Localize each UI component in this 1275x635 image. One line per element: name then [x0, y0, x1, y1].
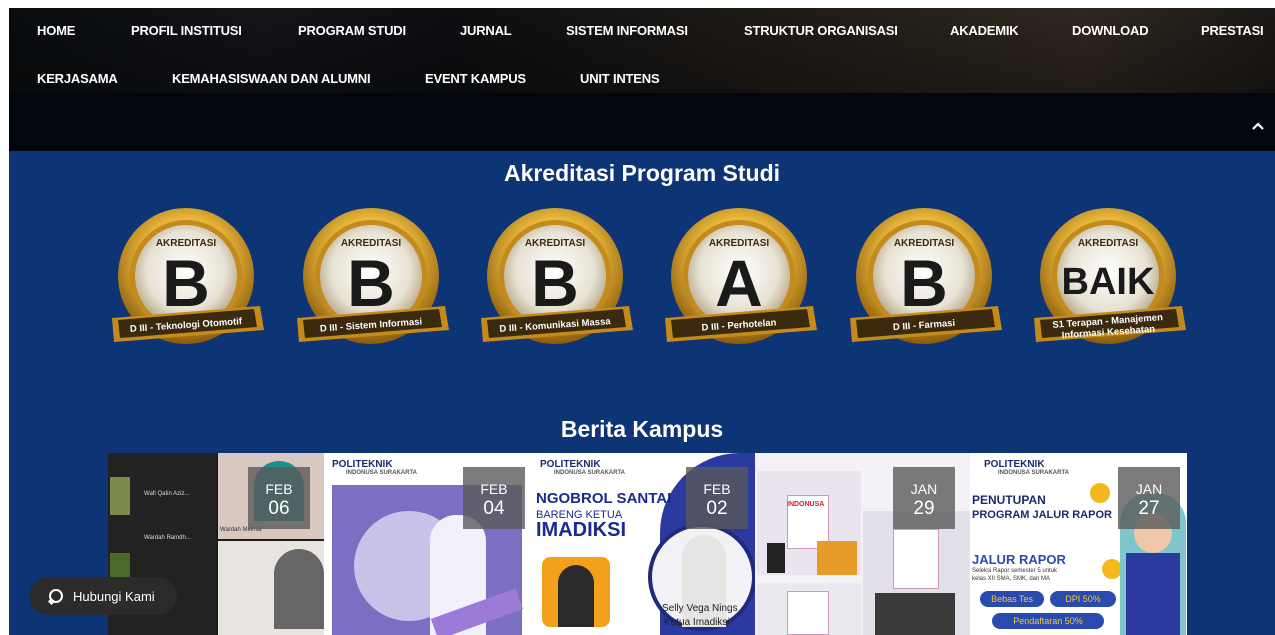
accreditation-badge-komunikasi-massa[interactable]: AKREDITASI B D III - Komunikasi Massa: [477, 206, 633, 352]
nav-program-studi[interactable]: PROGRAM STUDI: [298, 23, 406, 38]
news-card-2[interactable]: POLITEKNIK INDONUSA SURAKARTA FEB 04: [324, 453, 530, 635]
nav-prestasi[interactable]: PRESTASI: [1201, 23, 1264, 38]
nav-event-kampus[interactable]: EVENT KAMPUS: [425, 71, 526, 86]
hubungi-kami-button[interactable]: Hubungi Kami: [29, 577, 177, 615]
accreditation-badge-sistem-informasi[interactable]: AKREDITASI B D III - Sistem Informasi: [293, 206, 449, 352]
news-date: FEB 02: [686, 467, 748, 529]
nav-jurnal[interactable]: JURNAL: [460, 23, 512, 38]
accreditation-badge-manajemen-informasi-kesehatan[interactable]: AKREDITASI BAIK S1 Terapan - Manajemen I…: [1030, 206, 1186, 352]
chevron-up-icon[interactable]: [1249, 118, 1267, 136]
nav-download[interactable]: DOWNLOAD: [1072, 23, 1149, 38]
news-date: FEB 04: [463, 467, 525, 529]
main-nav: HOME PROFIL INSTITUSI PROGRAM STUDI JURN…: [9, 8, 1275, 104]
nav-akademik[interactable]: AKADEMIK: [950, 23, 1019, 38]
news-title: Berita Kampus: [560, 416, 724, 442]
whatsapp-icon: [49, 589, 63, 603]
nav-kerjasama[interactable]: KERJASAMA: [37, 71, 118, 86]
nav-kemahasiswaan-dan-alumni[interactable]: KEMAHASISWAAN DAN ALUMNI: [172, 71, 371, 86]
news-date: JAN 29: [893, 467, 955, 529]
nav-unit-intens[interactable]: UNIT INTENS: [580, 71, 660, 86]
accreditation-badge-perhotelan[interactable]: AKREDITASI A D III - Perhotelan: [661, 206, 817, 352]
hubungi-kami-label: Hubungi Kami: [73, 588, 155, 604]
news-date: FEB 06: [248, 467, 310, 529]
nav-sistem-informasi[interactable]: SISTEM INFORMASI: [566, 23, 688, 38]
news-date: JAN 27: [1118, 467, 1180, 529]
accreditation-badge-farmasi[interactable]: AKREDITASI B D III - Farmasi: [846, 206, 1002, 352]
nav-struktur-organisasi[interactable]: STRUKTUR ORGANISASI: [744, 23, 898, 38]
page-frame: HOME PROFIL INSTITUSI PROGRAM STUDI JURN…: [9, 8, 1275, 635]
nav-profil-institusi[interactable]: PROFIL INSTITUSI: [131, 23, 242, 38]
news-image: INDONUSA: [757, 471, 861, 575]
news-card-5[interactable]: POLITEKNIK INDONUSA SURAKARTA PENUTUPAN …: [970, 453, 1187, 635]
news-card-4[interactable]: INDONUSA JAN 29: [755, 453, 970, 635]
site-header: HOME PROFIL INSTITUSI PROGRAM STUDI JURN…: [9, 8, 1275, 151]
accreditation-badge-teknologi-otomotif[interactable]: AKREDITASI B D III - Teknologi Otomotif: [108, 206, 264, 352]
nav-home[interactable]: HOME: [37, 23, 75, 38]
accreditation-title: Akreditasi Program Studi: [503, 160, 781, 186]
news-card-3[interactable]: POLITEKNIK INDONUSA SURAKARTA NGOBROL SA…: [530, 453, 755, 635]
news-image: [542, 557, 610, 627]
